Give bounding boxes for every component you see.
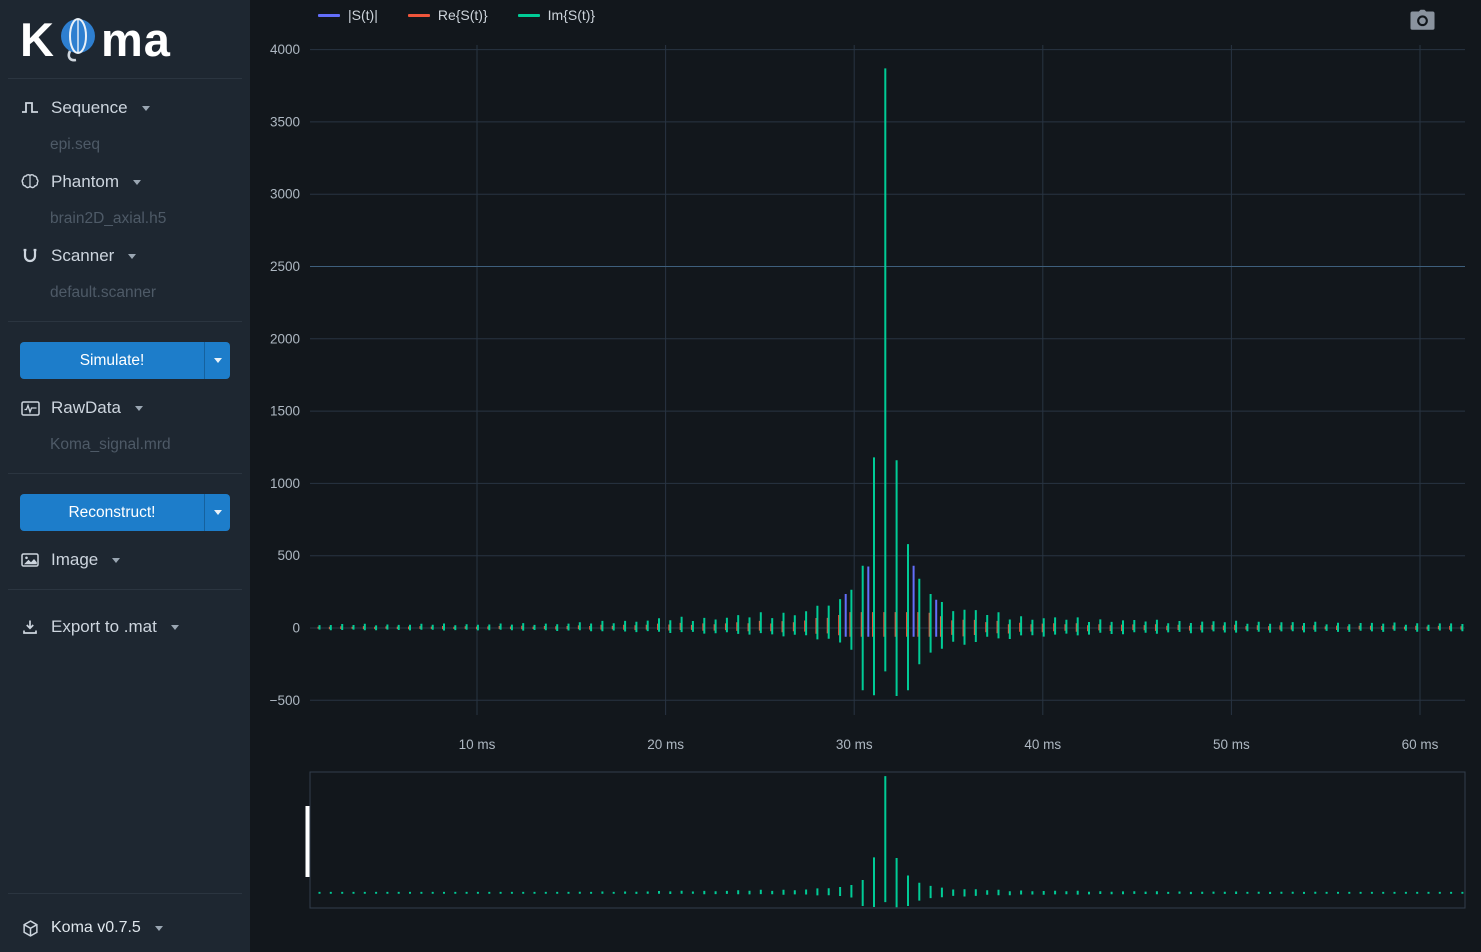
chevron-down-icon — [142, 106, 150, 111]
rawdata-file-item[interactable]: Koma_signal.mrd — [0, 427, 250, 463]
phantom-file-item[interactable]: brain2D_axial.h5 — [0, 201, 250, 237]
divider — [8, 589, 242, 590]
sequence-label: Sequence — [51, 98, 128, 118]
pulse-sequence-icon — [20, 101, 40, 115]
chevron-down-icon — [128, 254, 136, 259]
svg-text:1500: 1500 — [270, 404, 300, 419]
legend-item-abs[interactable]: |S(t)| — [318, 7, 378, 23]
version-menu[interactable]: Koma v0.7.5 — [0, 904, 250, 952]
plot-panel: |S(t)| Re{S(t)} Im{S(t)} 4000 3500 3000 250… — [250, 0, 1481, 952]
image-label: Image — [51, 550, 98, 570]
logo-text-k: K — [20, 16, 55, 63]
sidebar-item-rawdata[interactable]: RawData — [0, 389, 250, 427]
svg-text:3000: 3000 — [270, 187, 300, 202]
camera-icon[interactable] — [1410, 9, 1435, 36]
simulate-split-button: Simulate! — [20, 342, 230, 379]
sequence-file-item[interactable]: epi.seq — [0, 127, 250, 163]
rawdata-icon — [20, 401, 40, 416]
simulate-button[interactable]: Simulate! — [20, 342, 204, 379]
version-label: Koma v0.7.5 — [51, 919, 141, 937]
brain-icon — [20, 174, 40, 190]
legend-item-re[interactable]: Re{S(t)} — [408, 7, 488, 23]
reconstruct-dropdown-button[interactable] — [204, 494, 230, 531]
svg-text:2500: 2500 — [270, 259, 300, 274]
svg-text:20 ms: 20 ms — [647, 737, 684, 752]
svg-text:4000: 4000 — [270, 42, 300, 57]
phantom-label: Phantom — [51, 172, 119, 192]
app-logo: K ma — [0, 0, 250, 68]
divider — [8, 78, 242, 79]
chevron-down-icon — [135, 406, 143, 411]
globe-icon — [57, 16, 99, 64]
sidebar: K ma Sequence epi.seq — [0, 0, 250, 952]
scanner-file-item[interactable]: default.scanner — [0, 275, 250, 311]
chevron-down-icon — [214, 510, 222, 515]
logo-text-ma: ma — [101, 16, 171, 63]
svg-text:10 ms: 10 ms — [459, 737, 496, 752]
legend-item-im[interactable]: Im{S(t)} — [518, 7, 595, 23]
sidebar-item-sequence[interactable]: Sequence — [0, 89, 250, 127]
svg-text:40 ms: 40 ms — [1024, 737, 1061, 752]
download-icon — [20, 619, 40, 635]
svg-text:0: 0 — [292, 621, 300, 636]
sidebar-item-phantom[interactable]: Phantom — [0, 163, 250, 201]
chart-legend: |S(t)| Re{S(t)} Im{S(t)} — [318, 7, 595, 23]
export-mat-button[interactable]: Export to .mat — [0, 608, 250, 646]
legend-label-abs: |S(t)| — [348, 7, 378, 23]
svg-text:60 ms: 60 ms — [1402, 737, 1439, 752]
svg-text:3500: 3500 — [270, 114, 300, 129]
svg-text:−500: −500 — [270, 693, 300, 708]
image-icon — [20, 553, 40, 567]
svg-text:2000: 2000 — [270, 331, 300, 346]
signal-plot[interactable]: 4000 3500 3000 2500 2000 1500 1000 500 0 −500 10 m… — [250, 0, 1481, 952]
app-window: K ma Sequence epi.seq — [0, 0, 1481, 952]
svg-text:500: 500 — [277, 548, 300, 563]
divider — [8, 893, 242, 894]
chevron-down-icon — [112, 558, 120, 563]
sidebar-item-scanner[interactable]: Scanner — [0, 237, 250, 275]
legend-swatch-re — [408, 14, 430, 17]
chevron-down-icon — [133, 180, 141, 185]
chevron-down-icon — [171, 625, 179, 630]
simulate-dropdown-button[interactable] — [204, 342, 230, 379]
sidebar-spacer — [0, 646, 250, 883]
legend-swatch-im — [518, 14, 540, 17]
divider — [8, 473, 242, 474]
reconstruct-split-button: Reconstruct! — [20, 494, 230, 531]
svg-text:30 ms: 30 ms — [836, 737, 873, 752]
divider — [8, 321, 242, 322]
legend-label-im: Im{S(t)} — [548, 7, 595, 23]
svg-text:50 ms: 50 ms — [1213, 737, 1250, 752]
magnet-icon — [20, 248, 40, 264]
chevron-down-icon — [214, 358, 222, 363]
rawdata-label: RawData — [51, 398, 121, 418]
legend-label-re: Re{S(t)} — [438, 7, 488, 23]
legend-swatch-abs — [318, 14, 340, 17]
scanner-label: Scanner — [51, 246, 114, 266]
svg-text:1000: 1000 — [270, 476, 300, 491]
package-icon — [20, 920, 40, 937]
reconstruct-button[interactable]: Reconstruct! — [20, 494, 204, 531]
chevron-down-icon — [155, 926, 163, 931]
export-label: Export to .mat — [51, 617, 157, 637]
sidebar-item-image[interactable]: Image — [0, 541, 250, 579]
